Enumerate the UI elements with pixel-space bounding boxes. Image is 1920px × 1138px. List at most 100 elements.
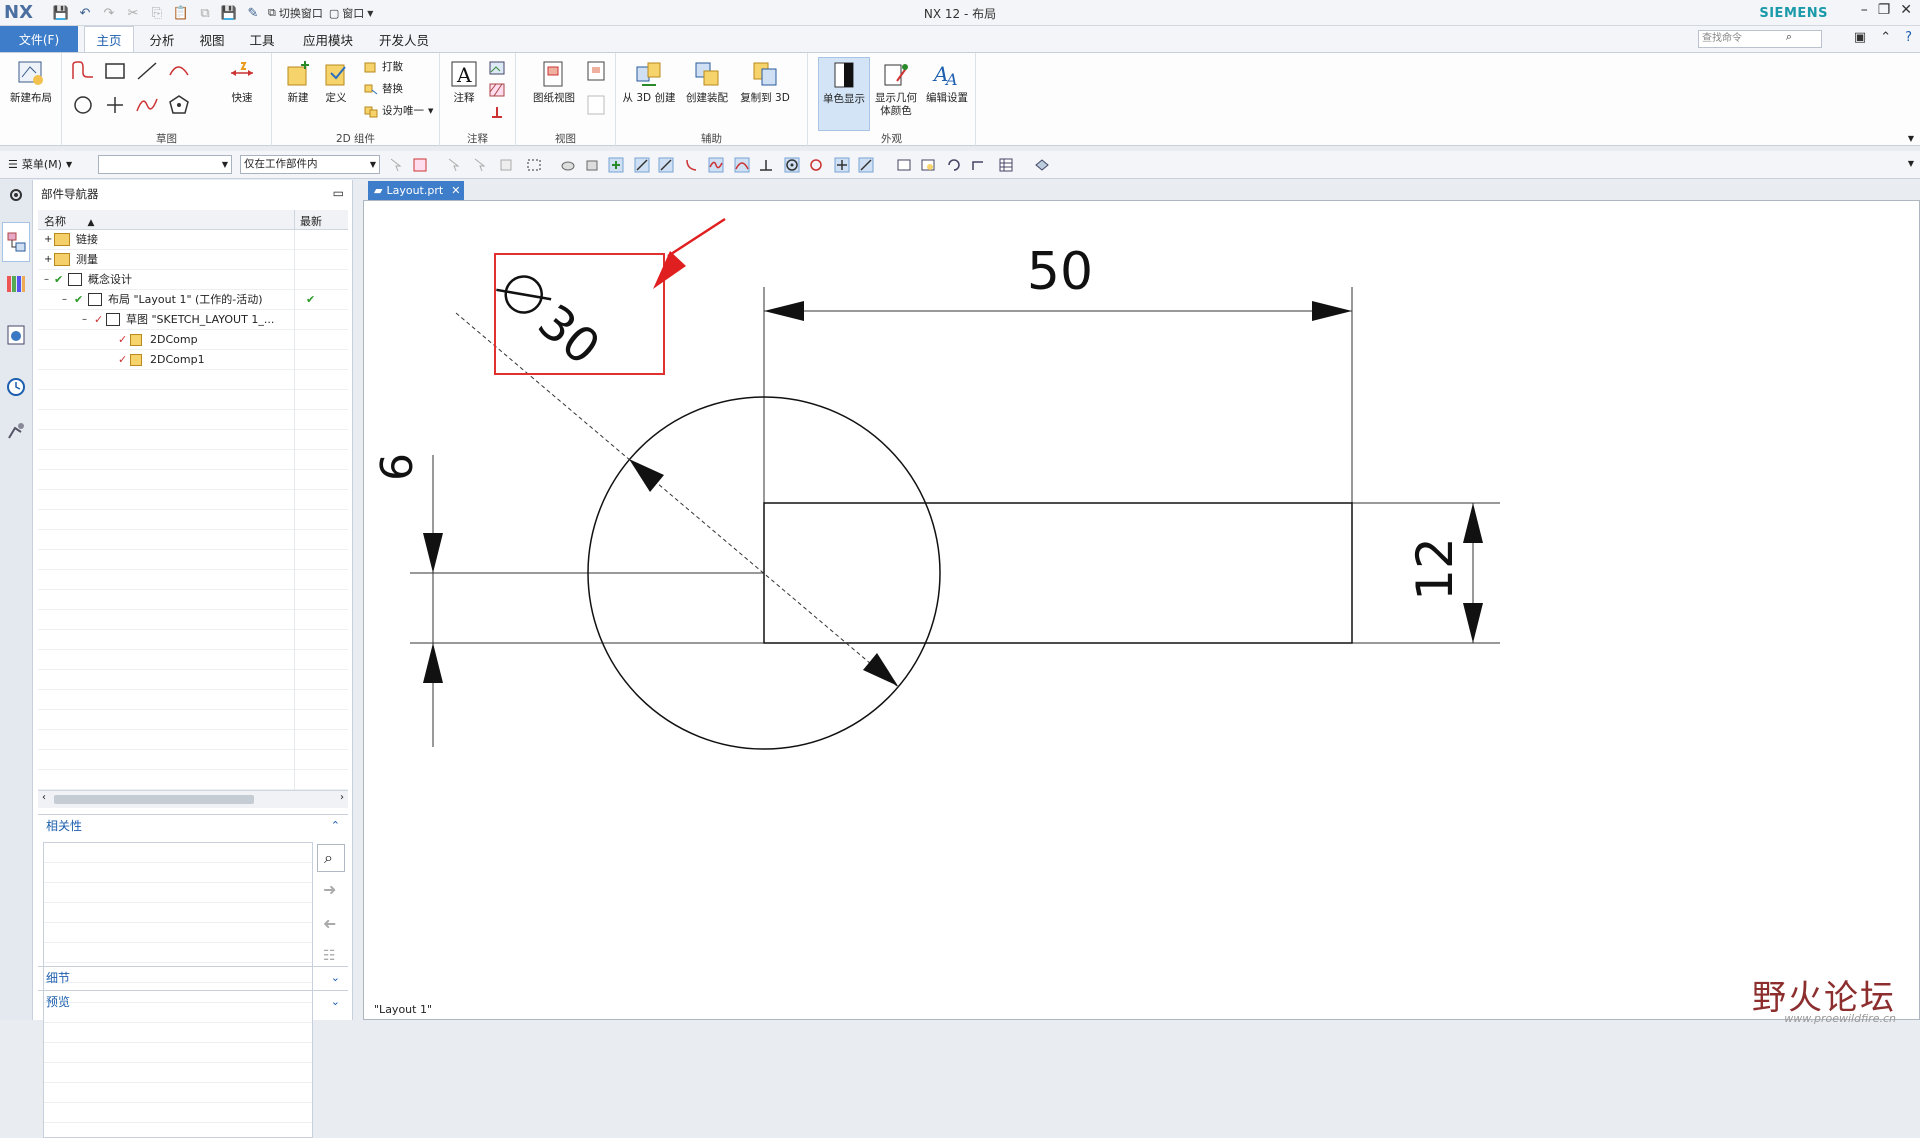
snap-endpoint-icon[interactable]	[608, 157, 624, 173]
cut-icon[interactable]: ✂	[124, 4, 142, 22]
snap-intersection-icon[interactable]	[858, 157, 874, 173]
snap-line-icon[interactable]	[634, 157, 650, 173]
studio-spline-icon[interactable]	[134, 93, 160, 117]
type-filter-select[interactable]: ▼	[98, 155, 232, 174]
edit-settings-button[interactable]: AA 编辑设置	[922, 59, 972, 105]
collapse-ribbon-icon[interactable]: ⌃	[1880, 30, 1891, 45]
tab-developer[interactable]: 开发人员	[372, 26, 436, 52]
minimize-icon[interactable]: –	[1861, 2, 1868, 18]
tree-row-sketch[interactable]: – ✓ 草图 "SKETCH_LAYOUT 1_...	[38, 310, 348, 330]
expand-plus-icon[interactable]: +	[44, 250, 52, 270]
note-button[interactable]: A 注释	[446, 59, 482, 105]
close-icon[interactable]: ✕	[1900, 2, 1912, 18]
collapse-minus-icon[interactable]: –	[62, 290, 67, 310]
tab-application[interactable]: 应用模块	[296, 26, 360, 52]
dim-50-text[interactable]: 50	[1027, 242, 1093, 302]
tree-row-2dcomp1[interactable]: ✓ 2DComp1	[38, 350, 348, 370]
arrow-right-icon[interactable]: ➜	[323, 880, 336, 899]
window-menu-button[interactable]: ▢ 窗口 ▼	[329, 5, 374, 21]
show-geometry-color-button[interactable]: 显示几何体颜色	[872, 59, 920, 118]
close-tab-icon[interactable]: ✕	[451, 184, 460, 197]
column-header-latest[interactable]: 最新	[300, 213, 322, 229]
create-assembly-button[interactable]: 创建装配	[680, 59, 734, 105]
collapse-minus-icon[interactable]: –	[82, 310, 87, 330]
switch-window-button[interactable]: ⧉ 切换窗口	[268, 5, 323, 21]
horizontal-scrollbar[interactable]: ‹ ›	[38, 790, 348, 808]
show-hide-icon[interactable]	[560, 157, 576, 173]
role-icon[interactable]	[5, 420, 27, 442]
scroll-thumb[interactable]	[54, 795, 254, 804]
tree-row-measure[interactable]: + 测量	[38, 250, 348, 270]
copy-icon[interactable]: ⎘	[148, 4, 166, 22]
maximize-panel-icon[interactable]: ▭	[333, 186, 344, 200]
details-section-header[interactable]: 细节 ⌄	[38, 966, 348, 988]
tab-view[interactable]: 视图	[190, 26, 234, 52]
rotate-icon[interactable]	[946, 157, 962, 173]
layers-icon[interactable]	[998, 157, 1014, 173]
scroll-left-icon[interactable]: ‹	[42, 792, 46, 803]
paste-icon[interactable]: 📋	[172, 4, 190, 22]
redo-icon[interactable]: ↷	[100, 4, 118, 22]
rectangle-select-icon[interactable]	[526, 157, 542, 173]
tab-tools[interactable]: 工具	[240, 26, 284, 52]
save-icon[interactable]: 💾	[52, 4, 70, 22]
search-icon[interactable]: ⌕	[1786, 30, 1792, 44]
tree-row-layout-1[interactable]: – ✔ 布局 "Layout 1" (工作的-活动) ✔	[38, 290, 348, 310]
file-menu-tab[interactable]: 文件(F)	[0, 26, 78, 52]
dim-6-text[interactable]: 6	[372, 453, 423, 481]
touch-mode-icon[interactable]: ✎	[244, 4, 262, 22]
repeat-command-icon[interactable]: ⧉	[196, 4, 214, 22]
dependencies-section-header[interactable]: 相关性 ⌃	[38, 814, 348, 836]
history-clock-icon[interactable]	[5, 376, 27, 398]
arc-icon[interactable]	[166, 59, 192, 83]
circle-icon[interactable]	[70, 93, 96, 117]
select-all-icon[interactable]	[446, 157, 462, 173]
component-define-button[interactable]: 定义	[318, 59, 354, 105]
general-selection-intent-icon[interactable]	[412, 157, 428, 173]
ribbon-options-chevron-icon[interactable]: ▼	[1908, 134, 1914, 143]
deselect-icon[interactable]	[472, 157, 488, 173]
web-browser-icon[interactable]	[5, 324, 27, 346]
diameter-dimension[interactable]: 30	[486, 259, 610, 376]
component-unique-button[interactable]: 设为唯一 ▼	[364, 103, 433, 118]
expand-plus-icon[interactable]: +	[44, 230, 52, 250]
line-icon[interactable]	[134, 59, 160, 83]
column-header-name[interactable]: 名称 ▲	[44, 213, 94, 229]
ribbon-options-icon[interactable]: ▣	[1854, 30, 1866, 45]
rectangle-component[interactable]	[763, 502, 1353, 644]
snap-midpoint-icon[interactable]	[658, 157, 674, 173]
view-fit-icon[interactable]	[896, 157, 912, 173]
menu-button[interactable]: ☰ 菜单(M) ▼	[8, 156, 72, 172]
snap-perpendicular-icon[interactable]	[758, 157, 774, 173]
profile-icon[interactable]	[70, 59, 96, 83]
render-style-icon[interactable]	[1034, 157, 1050, 173]
settings-gear-icon[interactable]	[5, 184, 27, 206]
part-navigator-tab[interactable]	[2, 222, 30, 262]
tab-home[interactable]: 主页	[84, 26, 134, 52]
copy-to-3d-button[interactable]: 复制到 3D	[736, 59, 794, 105]
select-face-icon[interactable]	[498, 157, 514, 173]
snap-curve-icon[interactable]	[708, 157, 724, 173]
scroll-right-icon[interactable]: ›	[340, 792, 344, 803]
tree-row-concept-design[interactable]: – ✔ 概念设计	[38, 270, 348, 290]
reuse-library-icon[interactable]	[5, 272, 27, 294]
tree-row-2dcomp[interactable]: ✓ 2DComp	[38, 330, 348, 350]
rectangle-icon[interactable]	[102, 59, 128, 83]
hatch-icon[interactable]	[488, 81, 506, 99]
tree-row-links[interactable]: + 链接	[38, 230, 348, 250]
preview-section-header[interactable]: 预览 ⌄	[38, 990, 348, 1012]
help-icon[interactable]: ?	[1905, 30, 1912, 45]
component-break-button[interactable]: 打散	[364, 59, 403, 74]
create-from-3d-button[interactable]: 从 3D 创建	[620, 59, 678, 105]
base-view-icon[interactable]	[584, 59, 610, 83]
undo-icon[interactable]: ↶	[76, 4, 94, 22]
graphics-canvas[interactable]: 50 6 12 30 "Layout 1"	[363, 200, 1920, 1020]
point-icon[interactable]	[102, 93, 128, 117]
projected-view-icon[interactable]	[584, 93, 610, 117]
component-replace-button[interactable]: 替换	[364, 81, 403, 96]
quick-dimension-button[interactable]: 快速	[218, 59, 266, 105]
snap-point-icon[interactable]	[834, 157, 850, 173]
toolbar-options-chevron-icon[interactable]: ▼	[1908, 159, 1914, 168]
snap-control-point-icon[interactable]	[684, 157, 700, 173]
snap-quadrant-icon[interactable]	[808, 157, 824, 173]
